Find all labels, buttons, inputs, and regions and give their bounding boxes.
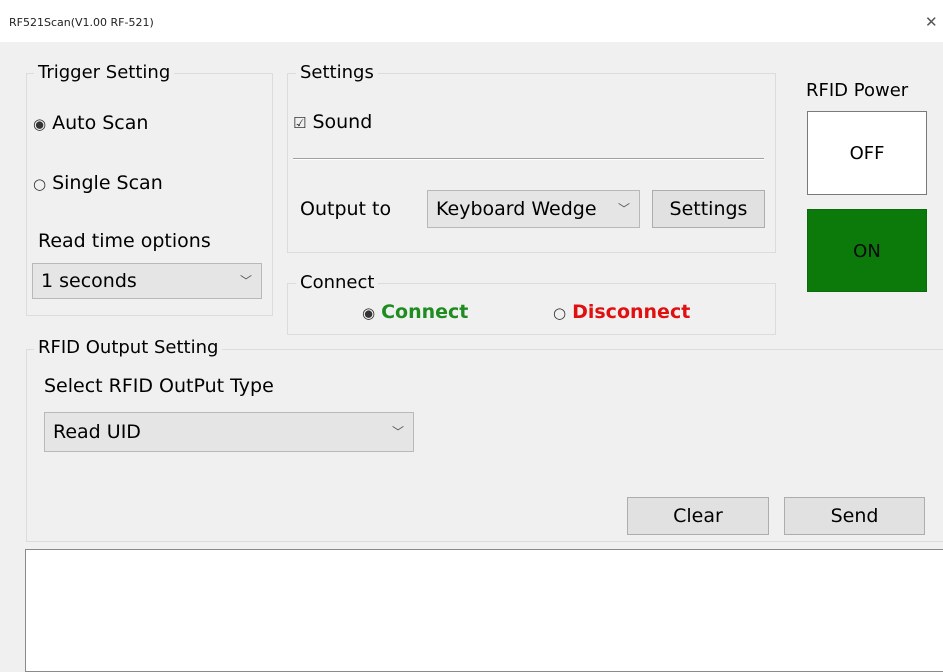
output-to-label: Output to	[300, 198, 392, 220]
chevron-down-icon: ﹀	[617, 202, 630, 216]
window-title: RF521Scan(V1.00 RF-521)	[9, 16, 154, 29]
power-on-button[interactable]: ON	[807, 209, 927, 292]
auto-scan-label: Auto Scan	[52, 112, 149, 134]
disconnect-radio[interactable]: ○ Disconnect	[553, 300, 690, 325]
checkbox-checked-icon: ☑	[293, 114, 307, 132]
single-scan-radio[interactable]: ○ Single Scan	[33, 171, 163, 196]
rfid-output-legend: RFID Output Setting	[34, 337, 223, 359]
rfid-output-type-value: Read UID	[53, 421, 141, 443]
rfid-power-label: RFID Power	[806, 80, 909, 101]
single-scan-label: Single Scan	[52, 172, 163, 194]
chevron-down-icon: ﹀	[239, 274, 252, 288]
radio-selected-icon: ◉	[362, 304, 376, 322]
connect-legend: Connect	[296, 272, 379, 294]
rfid-output-type-label: Select RFID OutPut Type	[44, 375, 274, 397]
radio-unselected-icon: ○	[553, 304, 567, 322]
rfid-output-type-select[interactable]: Read UID ﹀	[44, 412, 414, 452]
output-to-value: Keyboard Wedge	[436, 198, 597, 220]
connect-radio[interactable]: ◉ Connect	[362, 300, 468, 325]
disconnect-label: Disconnect	[572, 301, 691, 323]
read-time-value: 1 seconds	[41, 270, 137, 292]
radio-unselected-icon: ○	[33, 175, 47, 193]
send-button[interactable]: Send	[784, 497, 925, 535]
output-to-select[interactable]: Keyboard Wedge ﹀	[427, 190, 640, 228]
read-time-label: Read time options	[38, 230, 211, 252]
close-icon[interactable]: ✕	[925, 13, 938, 31]
trigger-setting-legend: Trigger Setting	[34, 62, 175, 84]
settings-separator	[293, 158, 764, 160]
chevron-down-icon: ﹀	[391, 425, 404, 439]
output-textarea[interactable]	[25, 549, 943, 672]
read-time-select[interactable]: 1 seconds ﹀	[32, 263, 262, 299]
connect-label: Connect	[381, 301, 469, 323]
auto-scan-radio[interactable]: ◉ Auto Scan	[33, 111, 148, 136]
settings-button[interactable]: Settings	[652, 190, 765, 228]
settings-legend: Settings	[296, 62, 378, 84]
sound-checkbox[interactable]: ☑ Sound	[293, 110, 372, 135]
power-off-button[interactable]: OFF	[807, 111, 927, 195]
sound-label: Sound	[312, 111, 373, 133]
clear-button[interactable]: Clear	[627, 497, 769, 535]
radio-selected-icon: ◉	[33, 115, 47, 133]
